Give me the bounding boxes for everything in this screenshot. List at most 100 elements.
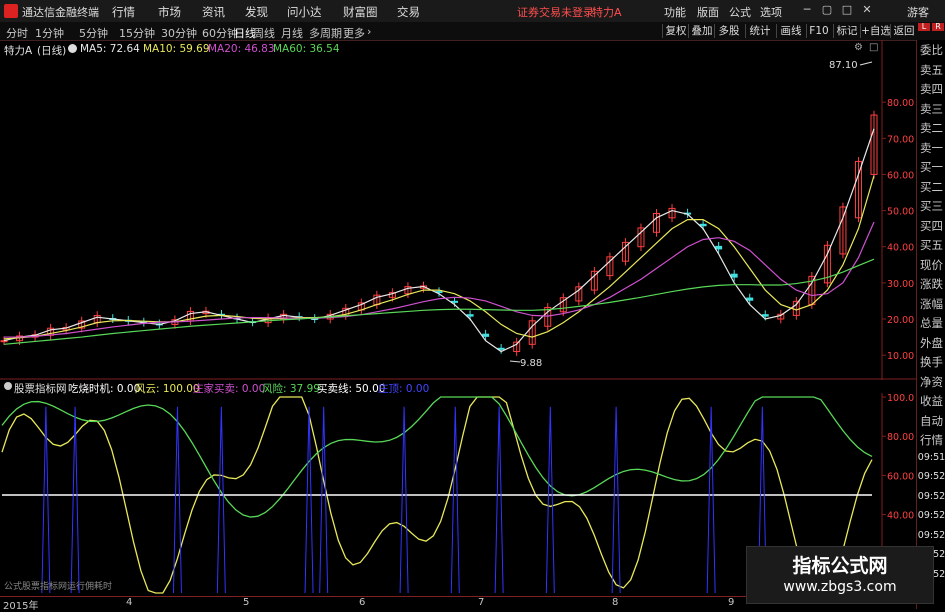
time-axis-month: 4 bbox=[126, 597, 133, 608]
menu-item-hangqing[interactable]: 行情 bbox=[112, 4, 135, 20]
panel-item[interactable]: 行情 bbox=[917, 432, 945, 448]
toolbar-duogu[interactable]: 多股 bbox=[714, 24, 743, 38]
candle-body bbox=[730, 273, 738, 278]
panel-item: 收益 bbox=[920, 394, 943, 408]
main-price-axis: 80.00 70.00 60.00 50.00 40.00 30.00 20.00 10.00 bbox=[882, 98, 914, 362]
level-l-badge: L bbox=[918, 23, 930, 31]
toolbar-biaoji[interactable]: 标记 bbox=[833, 24, 860, 38]
period-monthly[interactable]: 月线 bbox=[281, 25, 303, 41]
indicator-dot-icon[interactable] bbox=[4, 382, 12, 390]
minimize-icon[interactable]: ─ bbox=[800, 3, 814, 17]
zhuangding-spike bbox=[706, 406, 716, 594]
time-axis-month: 7 bbox=[478, 597, 485, 608]
indicator-axis: 100.0 80.00 60.00 40.00 bbox=[882, 393, 914, 522]
ind-tick-label: 40.00 bbox=[887, 511, 914, 522]
menu-item-zixun[interactable]: 资讯 bbox=[202, 4, 225, 20]
period-toolbar: 分时 1分钟 5分钟 15分钟 30分钟 60分钟 日线 周线 月线 多周期 更… bbox=[0, 22, 945, 41]
period-30min[interactable]: 30分钟 bbox=[161, 25, 197, 41]
toolbar-back[interactable]: 返回 bbox=[890, 24, 917, 38]
candle-body bbox=[451, 300, 459, 303]
period-1min[interactable]: 1分钟 bbox=[35, 25, 64, 41]
zhuangding-spike bbox=[494, 406, 504, 594]
panel-item: 净资 bbox=[920, 374, 943, 389]
panel-item: 买三 bbox=[920, 199, 943, 213]
candle-body bbox=[715, 245, 723, 250]
y-tick-label: 30.00 bbox=[887, 279, 914, 290]
zhuangding-spike bbox=[545, 406, 555, 594]
menu-item-gongshi[interactable]: 公式 bbox=[729, 4, 751, 20]
more-arrow-icon[interactable]: › bbox=[367, 25, 371, 38]
menu-item-jiaoyi[interactable]: 交易 bbox=[397, 4, 420, 20]
menu-item-xuanxiang[interactable]: 选项 bbox=[760, 4, 782, 20]
close-icon[interactable]: ✕ bbox=[860, 3, 874, 17]
y-tick-label: 50.00 bbox=[887, 207, 914, 218]
panel-item: 09:52 bbox=[917, 490, 945, 502]
toolbar-huaxian[interactable]: 画线 bbox=[776, 24, 805, 38]
time-axis-month: 8 bbox=[612, 597, 619, 608]
period-multi[interactable]: 多周期 bbox=[309, 25, 342, 41]
panel-item: 换手 bbox=[920, 355, 943, 369]
panel-item: 买二 bbox=[920, 179, 943, 194]
low-price-label: 9.88 bbox=[520, 358, 542, 369]
period-5min[interactable]: 5分钟 bbox=[79, 25, 108, 41]
ma-line-ma20 bbox=[4, 221, 875, 338]
panel-item: 09:52 bbox=[917, 471, 945, 482]
panel-item: 涨跌 bbox=[920, 277, 943, 291]
restore-icon[interactable]: ▢ bbox=[820, 3, 834, 17]
panel-item: 卖一 bbox=[920, 140, 943, 155]
maximize-icon[interactable]: □ bbox=[840, 3, 854, 17]
candlestick-series bbox=[0, 110, 878, 356]
menu-item-wenxiaoda[interactable]: 问小达 bbox=[287, 4, 322, 20]
panel-item: 总量 bbox=[920, 316, 943, 330]
watermark-box: 指标公式网 www.zbgs3.com bbox=[746, 546, 934, 604]
ma-line-ma10 bbox=[3, 175, 875, 340]
toolbar-f10[interactable]: F10 bbox=[806, 24, 831, 38]
candle-body bbox=[761, 314, 769, 317]
period-weekly[interactable]: 周线 bbox=[253, 25, 275, 41]
toolbar-diejia[interactable]: 叠加 bbox=[688, 24, 715, 38]
panel-item: 买四 bbox=[920, 218, 943, 233]
quote-side-panel: 委比 卖五 卖四 卖三 卖二 卖一 买一 买二 买三 买四 买五 现价 涨跌 涨幅 总量 外盘 换手 净资 收益 自动… bbox=[916, 40, 945, 609]
ind-tick-label: 60.00 bbox=[887, 471, 914, 482]
y-tick-label: 10.00 bbox=[887, 351, 914, 362]
guest-label[interactable]: 游客 bbox=[907, 4, 929, 20]
toolbar-tongji[interactable]: 统计 bbox=[745, 24, 774, 38]
time-axis-month: 6 bbox=[359, 597, 366, 608]
toolbar-fuquan[interactable]: 复权 bbox=[662, 24, 689, 38]
y-tick-label: 60.00 bbox=[887, 170, 914, 181]
panel-item: 卖二 bbox=[920, 121, 943, 135]
menu-item-faxian[interactable]: 发现 bbox=[245, 4, 268, 20]
period-fenshi[interactable]: 分时 bbox=[6, 25, 28, 41]
panel-item: 涨幅 bbox=[920, 296, 943, 311]
menu-item-shichang[interactable]: 市场 bbox=[158, 4, 181, 20]
candle-body bbox=[699, 223, 707, 227]
menu-item-banmian[interactable]: 版面 bbox=[697, 4, 719, 20]
time-axis-year: 2015年 bbox=[3, 601, 39, 612]
zhuangding-spike bbox=[216, 406, 226, 594]
login-status[interactable]: 证券交易未登录 bbox=[517, 4, 594, 20]
menu-item-caifuquan[interactable]: 财富圈 bbox=[343, 4, 378, 20]
period-more[interactable]: 更多 bbox=[343, 25, 365, 41]
menu-item-gongneng[interactable]: 功能 bbox=[664, 4, 686, 20]
zhuangding-spike bbox=[450, 406, 460, 594]
app-title: 通达信金融终端 bbox=[22, 6, 99, 19]
toolbar-add-favorite[interactable]: +自选 bbox=[860, 24, 891, 38]
main-chart[interactable]: 80.00 70.00 60.00 50.00 40.00 30.00 20.00 10.00… bbox=[0, 40, 916, 380]
panel-item[interactable]: 自动 bbox=[917, 413, 945, 429]
period-15min[interactable]: 15分钟 bbox=[119, 25, 155, 41]
high-price-label: 87.10 bbox=[829, 60, 858, 71]
indicator-bottom-note: 公式股票指标网运行佣耗时 bbox=[4, 580, 112, 592]
period-60min[interactable]: 60分钟 bbox=[202, 25, 238, 41]
current-stock-name: 特力A bbox=[592, 6, 622, 19]
panel-item: 现价 bbox=[920, 257, 943, 272]
panel-item: 09:51 bbox=[917, 451, 945, 463]
candle-body bbox=[482, 333, 490, 337]
candle-body bbox=[497, 347, 505, 350]
panel-item: 委比 bbox=[920, 43, 943, 57]
zhuangding-spike bbox=[319, 406, 329, 594]
app-logo-icon bbox=[4, 4, 18, 18]
ind-tick-label: 100.0 bbox=[887, 393, 914, 404]
menu-bar: 通达信金融终端 行情 市场 资讯 发现 问小达 财富圈 交易 证券交易未登录 特… bbox=[0, 0, 945, 23]
panel-item: 买五 bbox=[920, 238, 943, 252]
y-tick-label: 40.00 bbox=[887, 243, 914, 254]
